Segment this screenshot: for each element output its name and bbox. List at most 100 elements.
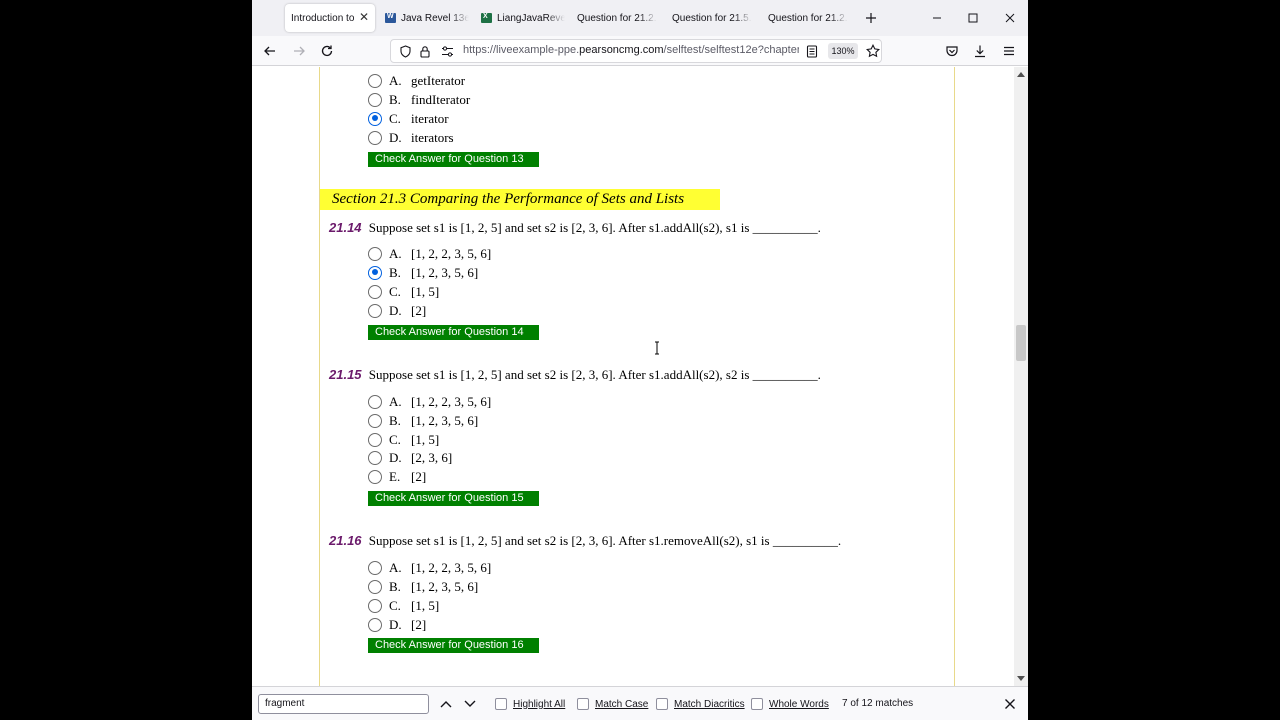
downloads-button[interactable] [969, 41, 991, 61]
word-icon [385, 13, 396, 23]
forward-button[interactable] [288, 41, 310, 61]
q13-option-c[interactable]: C. iterator [368, 109, 449, 128]
checkbox[interactable] [656, 698, 668, 710]
q14-option-a[interactable]: A. [1, 2, 2, 3, 5, 6] [368, 244, 491, 263]
q15-option-b[interactable]: B. [1, 2, 3, 5, 6] [368, 411, 478, 430]
radio-button[interactable] [368, 617, 382, 632]
bookmark-star-icon [866, 44, 880, 58]
find-next-button[interactable] [462, 696, 478, 712]
question-number: 21.15 [329, 367, 362, 382]
maximize-button[interactable] [963, 8, 983, 28]
find-close-button[interactable] [1002, 696, 1018, 712]
browser-window: Introduction to ✕ Java Revel 13e LiangJa… [252, 0, 1028, 720]
tab-question-21-2-2-b[interactable]: Question for 21.2.2 [768, 4, 848, 32]
new-tab-button[interactable] [861, 8, 881, 28]
check-answer-q13-button[interactable]: Check Answer for Question 13 [368, 152, 539, 167]
caret-down-icon [1017, 676, 1025, 681]
tab-close-icon[interactable]: ✕ [359, 10, 369, 24]
q16-option-b[interactable]: B. [1, 2, 3, 5, 6] [368, 577, 478, 596]
checkbox[interactable] [577, 698, 589, 710]
checkbox[interactable] [495, 698, 507, 710]
question-number: 21.16 [329, 533, 362, 548]
find-previous-button[interactable] [438, 696, 454, 712]
find-input[interactable]: fragment [258, 694, 429, 714]
radio-button-selected[interactable] [368, 111, 382, 126]
shield-icon [400, 45, 411, 58]
q14-option-c[interactable]: C. [1, 5] [368, 282, 439, 301]
q13-option-b[interactable]: B. findIterator [368, 90, 470, 109]
radio-button[interactable] [368, 469, 382, 484]
question-21-15: 21.15 Suppose set s1 is [1, 2, 5] and se… [329, 367, 821, 383]
radio-button[interactable] [368, 73, 382, 88]
text-cursor-icon [655, 341, 659, 355]
q13-option-d[interactable]: D. iterators [368, 128, 454, 147]
pocket-button[interactable] [941, 41, 963, 61]
vertical-scrollbar[interactable] [1014, 67, 1028, 686]
radio-button-selected[interactable] [368, 265, 382, 280]
q16-option-c[interactable]: C. [1, 5] [368, 596, 439, 615]
tab-question-21-5-3[interactable]: Question for 21.5.3 [672, 4, 752, 32]
tab-question-21-2-2[interactable]: Question for 21.2.2 [577, 4, 657, 32]
lock-icon [420, 46, 430, 58]
close-icon [1005, 699, 1015, 709]
check-answer-q16-button[interactable]: Check Answer for Question 16 [368, 638, 539, 653]
question-21-17-partial: ​ [329, 679, 333, 686]
tab-strip: Introduction to ✕ Java Revel 13e LiangJa… [252, 0, 1028, 36]
address-bar[interactable]: https://liveexample-ppe.pearsoncmg.com/s… [390, 39, 882, 63]
minimize-button[interactable] [927, 8, 947, 28]
q16-option-d[interactable]: D. [2] [368, 615, 426, 634]
radio-button[interactable] [368, 560, 382, 575]
close-window-button[interactable] [1000, 8, 1020, 28]
pocket-icon [946, 46, 958, 57]
forward-arrow-icon [294, 46, 305, 56]
minimize-icon [933, 17, 941, 19]
radio-button[interactable] [368, 246, 382, 261]
q15-option-d[interactable]: D. [2, 3, 6] [368, 448, 452, 467]
radio-button[interactable] [368, 450, 382, 465]
q15-option-c[interactable]: C. [1, 5] [368, 430, 439, 449]
download-icon [975, 45, 985, 58]
tab-liang-java-revel[interactable]: LiangJavaRevel [481, 4, 565, 32]
close-icon [1005, 13, 1015, 23]
radio-button[interactable] [368, 284, 382, 299]
radio-button[interactable] [368, 598, 382, 613]
menu-button[interactable] [998, 41, 1020, 61]
tab-label: Introduction to [291, 12, 355, 24]
q16-option-a[interactable]: A. [1, 2, 2, 3, 5, 6] [368, 558, 491, 577]
whole-words-checkbox[interactable]: Whole Words [751, 697, 829, 711]
scroll-up-arrow[interactable] [1014, 67, 1028, 81]
back-arrow-icon [264, 46, 275, 56]
q15-option-a[interactable]: A. [1, 2, 2, 3, 5, 6] [368, 392, 491, 411]
tab-java-revel[interactable]: Java Revel 13e [385, 4, 469, 32]
url-text[interactable]: https://liveexample-ppe.pearsoncmg.com/s… [463, 44, 799, 56]
radio-button[interactable] [368, 130, 382, 145]
radio-button[interactable] [368, 432, 382, 447]
q15-option-e[interactable]: E. [2] [368, 467, 426, 486]
hamburger-menu-icon [1004, 46, 1014, 56]
radio-button[interactable] [368, 92, 382, 107]
check-answer-q15-button[interactable]: Check Answer for Question 15 [368, 491, 539, 506]
q13-option-a[interactable]: A. getIterator [368, 71, 465, 90]
zoom-level-button[interactable]: 130% [828, 43, 858, 59]
back-button[interactable] [259, 41, 281, 61]
tab-introduction[interactable]: Introduction to ✕ [285, 4, 375, 32]
radio-button[interactable] [368, 303, 382, 318]
reload-button[interactable] [316, 41, 338, 61]
match-case-checkbox[interactable]: Match Case [577, 697, 648, 711]
q14-option-b[interactable]: B. [1, 2, 3, 5, 6] [368, 263, 478, 282]
section-heading: Section 21.3 Comparing the Performance o… [320, 189, 720, 210]
highlight-all-checkbox[interactable]: Highlight All [495, 697, 565, 711]
scroll-thumb[interactable] [1016, 325, 1026, 361]
permissions-icon [442, 46, 453, 57]
radio-button[interactable] [368, 579, 382, 594]
q14-option-d[interactable]: D. [2] [368, 301, 426, 320]
page-content: A. getIterator B. findIterator C. iterat… [252, 67, 1014, 686]
scroll-down-arrow[interactable] [1014, 672, 1028, 686]
match-diacritics-checkbox[interactable]: Match Diacritics [656, 697, 745, 711]
find-bar: fragment Highlight All Match Case Match … [252, 686, 1028, 720]
maximize-icon [968, 13, 978, 23]
radio-button[interactable] [368, 413, 382, 428]
check-answer-q14-button[interactable]: Check Answer for Question 14 [368, 325, 539, 340]
radio-button[interactable] [368, 394, 382, 409]
checkbox[interactable] [751, 698, 763, 710]
